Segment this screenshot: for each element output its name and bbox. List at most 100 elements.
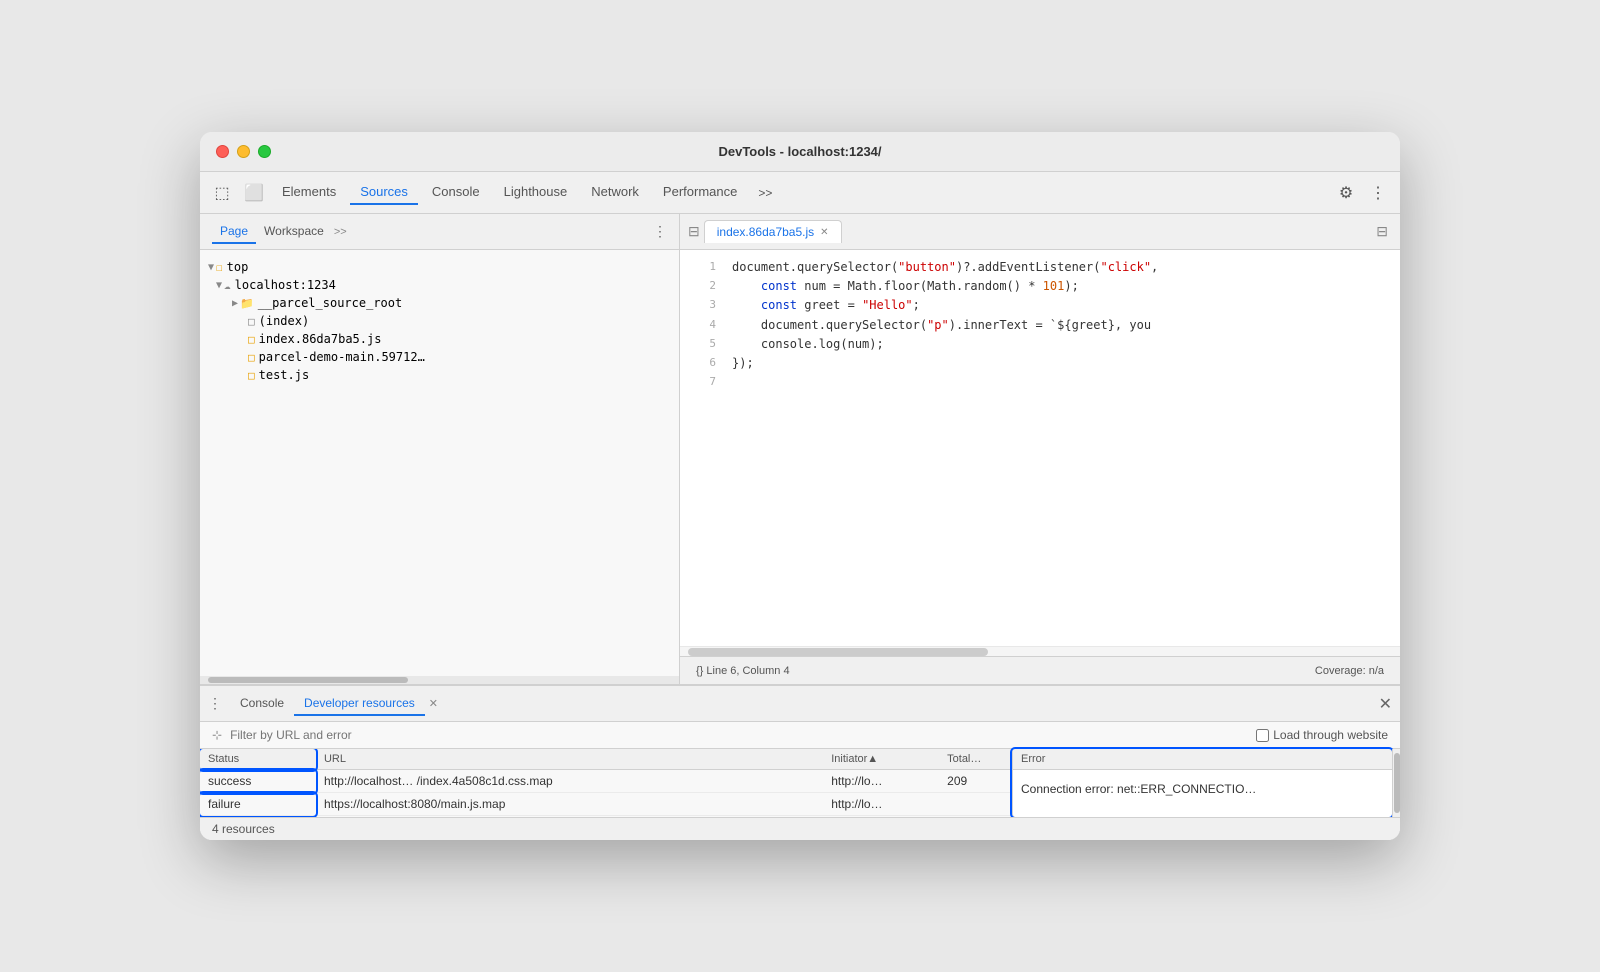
more-tabs-button[interactable]: >>: [751, 179, 779, 207]
editor-collapse-icon[interactable]: ⊟: [1368, 219, 1396, 244]
customize-icon[interactable]: ⋮: [1364, 179, 1392, 207]
left-scrollbar-thumb[interactable]: [208, 677, 408, 683]
table-header-row: Status URL Initiator▲ Total…: [200, 749, 1012, 770]
tab-console[interactable]: Console: [422, 180, 490, 205]
code-content-1: document.querySelector("button")?.addEve…: [732, 258, 1158, 277]
col-header-initiator[interactable]: Initiator▲: [823, 749, 939, 770]
tree-label-top: top: [227, 260, 249, 274]
filter-icon: ⊹: [212, 728, 222, 742]
right-panel: ⊟ index.86da7ba5.js ✕ ⊟ 1 document.query…: [680, 214, 1400, 684]
editor-scrollbar-thumb[interactable]: [688, 648, 988, 656]
tree-item-localhost[interactable]: ▼ ☁ localhost:1234: [200, 276, 679, 294]
main-content: Page Workspace >> ⋮ ▼ ☐ top ▼ ☁ localhos…: [200, 214, 1400, 684]
table-body: success http://localhost… /index.4a508c1…: [200, 770, 1012, 816]
left-panel-dots[interactable]: ⋮: [653, 223, 667, 240]
tree-label-indexjs: index.86da7ba5.js: [259, 332, 382, 346]
line-num-4: 4: [688, 316, 716, 334]
table-container: Status URL Initiator▲ Total… success htt…: [200, 749, 1012, 817]
code-line-7: 7: [680, 373, 1400, 391]
folder-icon-parcel: 📁: [240, 297, 254, 310]
tree-item-parcel-root[interactable]: ▶ 📁 __parcel_source_root: [200, 294, 679, 312]
device-toolbar-icon[interactable]: ⬜: [240, 179, 268, 207]
titlebar: DevTools - localhost:1234/: [200, 132, 1400, 172]
minimize-button[interactable]: [237, 145, 250, 158]
table-row-1[interactable]: success http://localhost… /index.4a508c1…: [200, 770, 1012, 793]
status-bar-left: {} Line 6, Column 4: [696, 665, 790, 677]
file-icon-index: □: [248, 315, 255, 328]
line-num-1: 1: [688, 258, 716, 276]
tab-developer-resources[interactable]: Developer resources: [294, 692, 425, 716]
line-num-7: 7: [688, 373, 716, 391]
code-area: 1 document.querySelector("button")?.addE…: [680, 250, 1400, 646]
initiator-cell-1: http://lo…: [823, 770, 939, 793]
load-through-website-checkbox[interactable]: Load through website: [1256, 728, 1388, 742]
table-row-2[interactable]: failure https://localhost:8080/main.js.m…: [200, 793, 1012, 816]
tree-label-parcel-main: parcel-demo-main.59712…: [259, 350, 425, 364]
tree-item-indexjs[interactable]: □ index.86da7ba5.js: [200, 330, 679, 348]
bottom-tab-close-icon[interactable]: ✕: [429, 697, 438, 710]
load-through-website-label: Load through website: [1273, 728, 1388, 742]
code-line-1: 1 document.querySelector("button")?.addE…: [680, 258, 1400, 277]
code-content-4: document.querySelector("p").innerText = …: [732, 316, 1151, 335]
left-panel: Page Workspace >> ⋮ ▼ ☐ top ▼ ☁ localhos…: [200, 214, 680, 684]
tab-workspace[interactable]: Workspace: [256, 220, 332, 244]
left-panel-more[interactable]: >>: [334, 226, 347, 238]
line-num-6: 6: [688, 354, 716, 372]
tab-console-bottom[interactable]: Console: [230, 692, 294, 716]
inspect-icon[interactable]: ⬚: [208, 179, 236, 207]
col-header-url[interactable]: URL: [316, 749, 823, 770]
filter-bar: ⊹ Load through website: [200, 722, 1400, 749]
close-button[interactable]: [216, 145, 229, 158]
left-scroll-area: [200, 676, 679, 684]
col-header-total[interactable]: Total…: [939, 749, 1012, 770]
code-line-2: 2 const num = Math.floor(Math.random() *…: [680, 277, 1400, 296]
line-num-5: 5: [688, 335, 716, 353]
editor-tab-label: index.86da7ba5.js: [717, 225, 814, 239]
traffic-lights: [216, 145, 271, 158]
folder-icon-top: ☐: [216, 261, 223, 274]
editor-tab-active[interactable]: index.86da7ba5.js ✕: [704, 220, 842, 243]
file-tree: ▼ ☐ top ▼ ☁ localhost:1234 ▶ 📁 __parcel_…: [200, 250, 679, 676]
arrow-top: ▼: [208, 262, 214, 273]
maximize-button[interactable]: [258, 145, 271, 158]
resources-area: Status URL Initiator▲ Total… success htt…: [200, 749, 1400, 817]
col-header-status[interactable]: Status: [200, 749, 316, 770]
status-cell-2: failure: [200, 793, 316, 816]
filter-input[interactable]: [230, 728, 735, 742]
tab-page[interactable]: Page: [212, 220, 256, 244]
left-panel-tabs: Page Workspace >> ⋮: [200, 214, 679, 250]
initiator-cell-2: http://lo…: [823, 793, 939, 816]
code-line-5: 5 console.log(num);: [680, 335, 1400, 354]
window-title: DevTools - localhost:1234/: [718, 144, 881, 159]
resources-footer: 4 resources: [200, 817, 1400, 840]
cloud-icon: ☁: [224, 279, 231, 292]
load-through-website-input[interactable]: [1256, 729, 1269, 742]
tree-item-top[interactable]: ▼ ☐ top: [200, 258, 679, 276]
close-bottom-panel-icon[interactable]: ✕: [1379, 694, 1392, 714]
bottom-panel-dots[interactable]: ⋮: [208, 695, 222, 712]
editor-scrollbar-area: [680, 646, 1400, 656]
status-bar-right: Coverage: n/a: [1315, 665, 1384, 677]
tab-performance[interactable]: Performance: [653, 180, 747, 205]
tab-elements[interactable]: Elements: [272, 180, 346, 205]
error-scrollbar[interactable]: [1392, 749, 1400, 817]
total-cell-1: 209: [939, 770, 1012, 793]
code-content-6: });: [732, 354, 754, 373]
arrow-parcel: ▶: [232, 298, 238, 309]
status-bar: {} Line 6, Column 4 Coverage: n/a: [680, 656, 1400, 684]
tab-sources[interactable]: Sources: [350, 180, 418, 205]
code-line-6: 6 });: [680, 354, 1400, 373]
error-panel-header: Error: [1013, 749, 1392, 770]
tree-item-parcel-main[interactable]: □ parcel-demo-main.59712…: [200, 348, 679, 366]
tab-network[interactable]: Network: [581, 180, 649, 205]
error-row-empty: [1013, 770, 1392, 778]
tab-lighthouse[interactable]: Lighthouse: [494, 180, 578, 205]
error-scrollbar-thumb[interactable]: [1394, 753, 1400, 813]
table-head: Status URL Initiator▲ Total…: [200, 749, 1012, 770]
tree-item-index[interactable]: □ (index): [200, 312, 679, 330]
tree-item-testjs[interactable]: □ test.js: [200, 366, 679, 384]
code-content-3: const greet = "Hello";: [732, 296, 920, 315]
editor-tab-close-icon[interactable]: ✕: [820, 227, 828, 238]
settings-icon[interactable]: ⚙: [1332, 179, 1360, 207]
toggle-sidebar-icon[interactable]: ⊟: [684, 219, 704, 244]
